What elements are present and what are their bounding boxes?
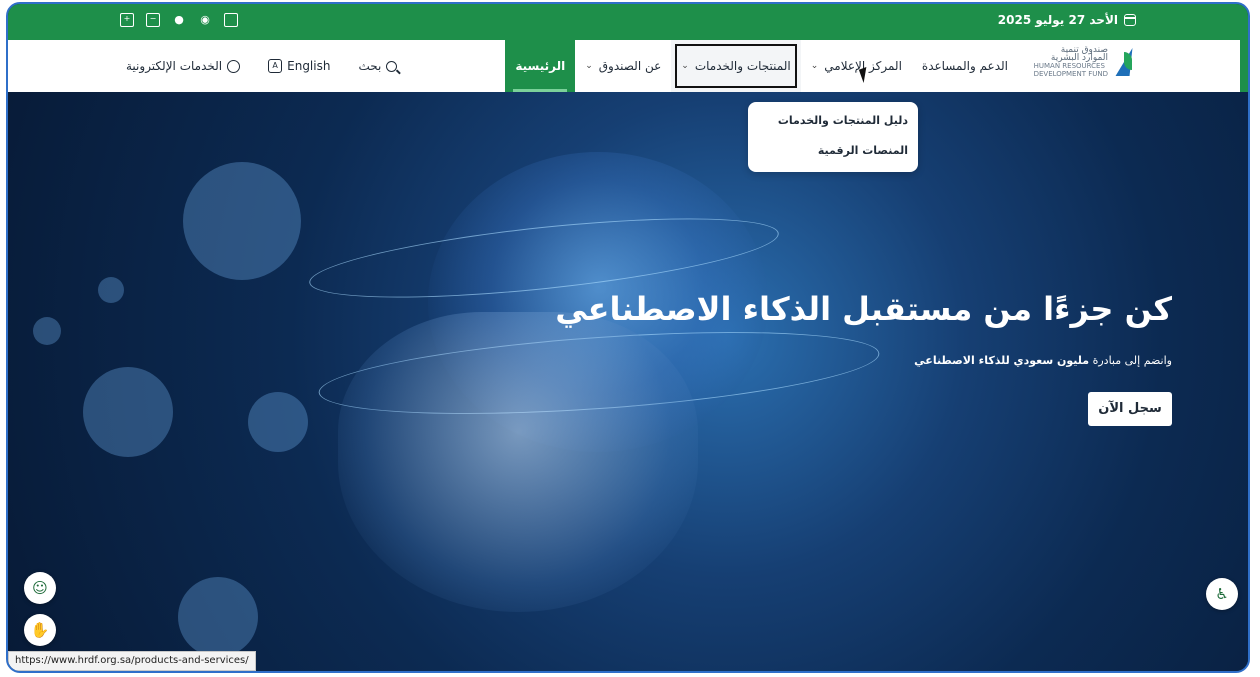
chevron-down-icon: ⌄ <box>681 61 689 71</box>
nav-item-label: الرئيسية <box>515 59 566 73</box>
zoom-in-icon[interactable]: + <box>120 13 134 27</box>
browser-frame: + − ● ◉ الأحد 27 يوليو 2025 صندوق تنمية … <box>6 2 1250 673</box>
hrdf-logo[interactable]: صندوق تنمية الموارد البشرية HUMAN RESOUR… <box>1034 46 1136 78</box>
nav-item-label: المنتجات والخدمات <box>694 59 791 73</box>
nav-item-products-services[interactable]: المنتجات والخدمات ⌄ <box>671 40 801 92</box>
main-navigation: صندوق تنمية الموارد البشرية HUMAN RESOUR… <box>8 40 1248 93</box>
nav-item-label: عن الصندوق <box>598 59 662 73</box>
dropdown-item-digital-platforms[interactable]: المنصات الرقمية <box>748 136 918 166</box>
utility-bar: + − ● ◉ الأحد 27 يوليو 2025 <box>8 4 1248 40</box>
date-display: الأحد 27 يوليو 2025 <box>998 13 1136 27</box>
nav-item-label: الدعم والمساعدة <box>921 59 1008 73</box>
secondary-nav: الخدمات الإلكترونية A English بحث <box>126 40 398 92</box>
accessibility-tools: + − ● ◉ <box>120 13 238 27</box>
bokeh-orb <box>33 317 61 345</box>
calendar-icon <box>1124 14 1136 26</box>
chevron-down-icon: ⌄ <box>810 61 819 71</box>
eservices-label: الخدمات الإلكترونية <box>126 59 223 73</box>
hero-banner: كن جزءًا من مستقبل الذكاء الاصطناعي وانض… <box>8 92 1248 671</box>
hero-headline: كن جزءًا من مستقبل الذكاء الاصطناعي <box>555 290 1172 328</box>
eye-icon[interactable]: ◉ <box>198 13 212 27</box>
logo-en-line1: HUMAN RESOURCES <box>1033 62 1105 70</box>
primary-menu: الرئيسية عن الصندوق ⌄ المنتجات والخدمات … <box>505 40 1018 92</box>
hand-icon[interactable]: ✋ <box>24 614 56 646</box>
search-icon <box>386 60 398 72</box>
hero-subtitle-pre: وانضم إلى مبادرة <box>1089 354 1172 367</box>
bokeh-orb <box>248 392 308 452</box>
dropdown-item-products-guide[interactable]: دليل المنتجات والخدمات <box>748 106 918 136</box>
logo-text: صندوق تنمية الموارد البشرية HUMAN RESOUR… <box>1033 46 1108 79</box>
search-button[interactable]: بحث <box>358 59 398 73</box>
logo-en-line2: DEVELOPMENT FUND <box>1033 70 1108 78</box>
zoom-out-icon[interactable]: − <box>146 13 160 27</box>
language-label: English <box>287 59 331 73</box>
date-text: الأحد 27 يوليو 2025 <box>997 13 1118 27</box>
status-bar-url: https://www.hrdf.org.sa/products-and-ser… <box>8 651 256 671</box>
register-now-button[interactable]: سجل الآن <box>1088 392 1172 426</box>
nav-item-home[interactable]: الرئيسية <box>505 40 576 92</box>
chat-icon[interactable]: ☺ <box>24 572 56 604</box>
chevron-down-icon: ⌄ <box>585 61 593 71</box>
hero-subtitle: وانضم إلى مبادرة مليون سعودي للذكاء الاص… <box>914 354 1172 367</box>
bokeh-orb <box>183 162 301 280</box>
nav-item-about[interactable]: عن الصندوق ⌄ <box>575 40 671 92</box>
accessibility-icon[interactable]: ♿ <box>1206 578 1238 610</box>
nav-item-media-center[interactable]: المركز الإعلامي ⌄ <box>801 40 912 92</box>
translate-icon: A <box>268 59 283 73</box>
logo-ar-line2: الموارد البشرية <box>1050 53 1108 63</box>
language-toggle[interactable]: A English <box>268 59 330 73</box>
hero-subtitle-bold: مليون سعودي للذكاء الاصطناعي <box>914 354 1090 367</box>
search-label: بحث <box>358 59 382 73</box>
clipboard-icon[interactable] <box>224 13 238 27</box>
robot-hand-graphic <box>338 312 698 612</box>
bokeh-orb <box>98 277 124 303</box>
nav-item-support[interactable]: الدعم والمساعدة <box>912 40 1018 92</box>
logo-mark-icon <box>1114 46 1136 78</box>
products-dropdown-menu: دليل المنتجات والخدمات المنصات الرقمية <box>748 102 918 172</box>
mic-icon[interactable]: ● <box>172 13 186 27</box>
bokeh-orb <box>83 367 173 457</box>
eservices-link[interactable]: الخدمات الإلكترونية <box>126 59 241 73</box>
bokeh-orb <box>178 577 258 657</box>
user-circle-icon <box>227 59 241 73</box>
